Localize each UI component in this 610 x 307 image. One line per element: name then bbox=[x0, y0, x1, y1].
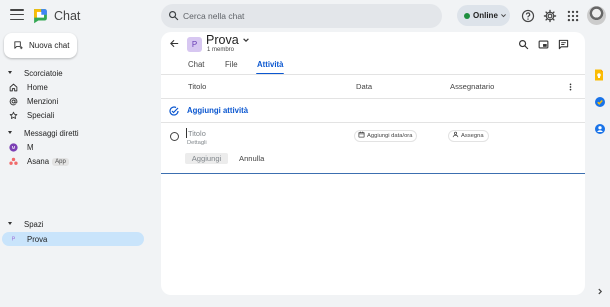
calendar-icon bbox=[358, 131, 365, 138]
space-tabs: Chat File Attività bbox=[161, 60, 585, 75]
column-title-header: Titolo bbox=[188, 82, 207, 91]
section-shortcuts-header[interactable]: Scorciatoie bbox=[8, 69, 63, 79]
task-details-input[interactable] bbox=[187, 138, 287, 147]
sidebar-item-dm-m[interactable]: M M bbox=[8, 142, 144, 154]
add-button[interactable]: Aggiungi bbox=[185, 153, 228, 164]
column-date-header: Data bbox=[356, 82, 373, 91]
space-avatar: P bbox=[187, 37, 202, 52]
more-vertical-icon[interactable] bbox=[566, 82, 575, 92]
contacts-icon[interactable] bbox=[594, 123, 606, 135]
new-task-form-divider bbox=[161, 173, 585, 174]
apps-grid-icon[interactable] bbox=[566, 9, 580, 23]
search-icon[interactable] bbox=[168, 10, 179, 21]
settings-gear-icon[interactable] bbox=[543, 9, 557, 23]
main-menu-icon[interactable] bbox=[10, 9, 24, 21]
sidebar-item-space-prova[interactable]: P Prova bbox=[2, 232, 144, 246]
svg-text:P: P bbox=[12, 236, 16, 242]
top-bar: Chat Online bbox=[0, 0, 610, 32]
space-panel: P Prova 1 membro Chat File Attività Tito… bbox=[161, 32, 585, 295]
task-complete-radio[interactable] bbox=[170, 132, 179, 141]
chat-logo-icon bbox=[34, 9, 47, 24]
sidebar-item-starred[interactable]: Speciali bbox=[8, 110, 144, 122]
caret-down-icon bbox=[8, 131, 12, 135]
chevron-down-icon bbox=[242, 38, 249, 43]
svg-text:M: M bbox=[12, 145, 16, 150]
sidebar-item-mentions[interactable]: Menzioni bbox=[8, 96, 144, 108]
task-title-input[interactable] bbox=[186, 128, 286, 138]
caret-down-icon bbox=[8, 222, 12, 226]
row-divider bbox=[161, 122, 585, 123]
add-task-label: Aggiungi attività bbox=[187, 106, 249, 115]
dm-asana-label: Asana bbox=[27, 157, 50, 166]
sidebar-item-dm-asana[interactable]: Asana App bbox=[8, 156, 144, 168]
star-icon bbox=[9, 111, 18, 119]
member-count[interactable]: 1 membro bbox=[207, 47, 234, 53]
caret-down-icon bbox=[8, 71, 12, 75]
search-bar[interactable] bbox=[161, 4, 442, 28]
search-icon[interactable] bbox=[518, 39, 529, 50]
chevron-right-icon[interactable] bbox=[596, 287, 604, 296]
new-chat-button[interactable]: Nuova chat bbox=[4, 33, 77, 58]
user-avatar-m: M bbox=[9, 143, 18, 152]
new-chat-label: Nuova chat bbox=[29, 41, 70, 50]
back-arrow-icon[interactable] bbox=[169, 38, 180, 49]
chevron-down-icon bbox=[501, 14, 506, 18]
online-status-dot bbox=[464, 12, 470, 19]
asana-logo-icon bbox=[9, 157, 18, 165]
tab-chat[interactable]: Chat bbox=[188, 60, 204, 74]
section-direct-messages-header[interactable]: Messaggi diretti bbox=[8, 129, 79, 139]
tasks-icon[interactable] bbox=[594, 96, 606, 108]
home-icon bbox=[9, 83, 18, 92]
help-icon[interactable] bbox=[521, 9, 535, 23]
space-title[interactable]: Prova bbox=[206, 33, 250, 47]
keep-notes-icon[interactable] bbox=[594, 69, 604, 81]
picture-in-picture-icon[interactable] bbox=[538, 39, 549, 50]
section-spaces-header[interactable]: Spazi bbox=[8, 220, 44, 230]
app-badge: App bbox=[52, 158, 69, 166]
tab-tasks[interactable]: Attività bbox=[255, 60, 285, 75]
search-input[interactable] bbox=[183, 7, 433, 25]
status-label: Online bbox=[473, 11, 498, 20]
space-avatar-icon: P bbox=[12, 236, 16, 242]
account-avatar[interactable] bbox=[587, 6, 606, 25]
header-divider bbox=[161, 98, 585, 99]
threads-icon[interactable] bbox=[558, 39, 569, 50]
person-icon bbox=[452, 131, 459, 138]
cancel-button[interactable]: Annulla bbox=[239, 153, 264, 164]
assign-chip[interactable]: Assegna bbox=[448, 130, 489, 142]
tab-files[interactable]: File bbox=[225, 60, 238, 74]
status-selector[interactable]: Online bbox=[457, 5, 510, 26]
tabs-divider bbox=[161, 74, 585, 75]
sidebar-item-home[interactable]: Home bbox=[8, 82, 144, 94]
app-title: Chat bbox=[54, 9, 81, 23]
column-assignee-header: Assegnatario bbox=[450, 82, 495, 91]
add-date-time-chip[interactable]: Aggiungi data/ora bbox=[354, 130, 418, 142]
at-sign-icon bbox=[9, 97, 18, 106]
new-chat-icon bbox=[14, 41, 23, 50]
add-task-icon bbox=[169, 106, 179, 116]
